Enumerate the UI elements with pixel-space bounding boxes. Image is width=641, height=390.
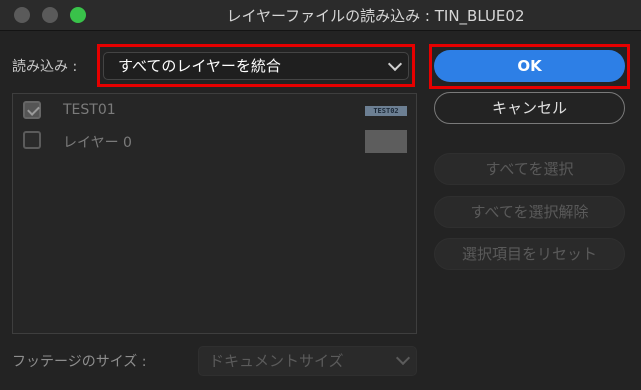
layer-row: TEST01 TEST02 — [13, 96, 416, 126]
deselect-all-button[interactable]: すべてを選択解除 — [434, 196, 625, 228]
import-label: 読み込み : — [12, 59, 78, 75]
footage-size-label: フッテージのサイズ : — [12, 354, 147, 370]
layer-name: TEST01 — [63, 102, 116, 118]
checkmark-icon — [27, 103, 40, 116]
close-window-icon[interactable] — [14, 7, 30, 23]
footage-size-select[interactable]: ドキュメントサイズ — [198, 346, 417, 376]
layer-checkbox[interactable] — [23, 131, 41, 149]
layer-thumbnail — [365, 130, 407, 153]
layer-thumbnail: TEST02 — [365, 106, 407, 116]
footage-size-value: ドキュメントサイズ — [209, 352, 344, 370]
cancel-button[interactable]: キャンセル — [434, 92, 625, 124]
layer-checkbox[interactable] — [23, 101, 41, 119]
chevron-down-icon — [387, 56, 403, 72]
ok-button[interactable]: OK — [434, 50, 625, 82]
zoom-window-icon[interactable] — [70, 7, 86, 23]
window-title: レイヤーファイルの読み込み : TIN_BLUE02 — [226, 7, 525, 25]
chevron-down-icon — [395, 350, 411, 366]
import-mode-value: すべてのレイヤーを統合 — [118, 57, 281, 75]
layer-row: レイヤー 0 — [13, 126, 416, 156]
reset-selection-button[interactable]: 選択項目をリセット — [434, 238, 625, 270]
title-bar: レイヤーファイルの読み込み : TIN_BLUE02 — [0, 0, 641, 31]
layer-list: TEST01 TEST02 レイヤー 0 — [12, 93, 417, 334]
select-all-button[interactable]: すべてを選択 — [434, 153, 625, 185]
import-mode-select[interactable]: すべてのレイヤーを統合 — [103, 52, 409, 80]
layer-name: レイヤー 0 — [63, 135, 132, 151]
minimize-window-icon[interactable] — [42, 7, 58, 23]
